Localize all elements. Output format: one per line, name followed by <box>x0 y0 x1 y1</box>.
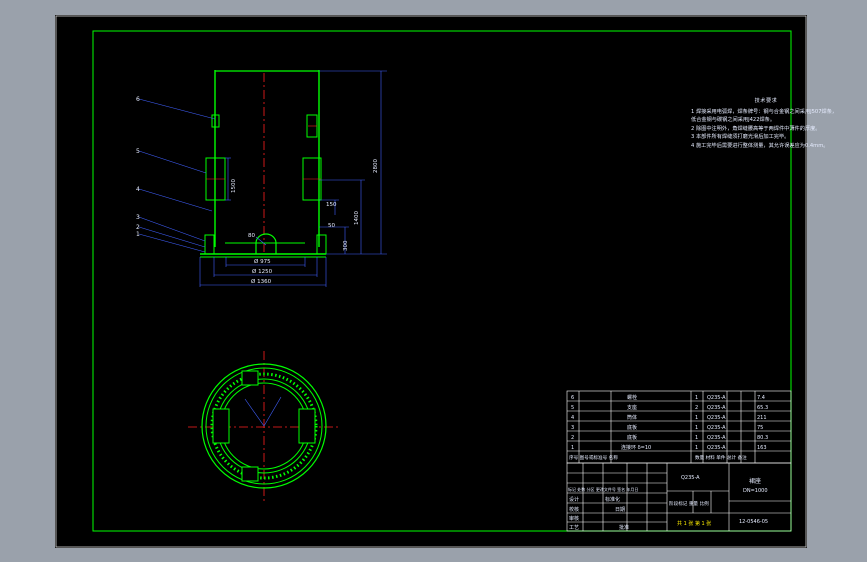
dim-150: 150 <box>326 202 337 208</box>
callout-5: 5 <box>136 148 140 155</box>
parts-row-2-qty: 2 <box>695 405 698 411</box>
parts-row-4-weight: 75 <box>757 425 763 431</box>
parts-row-3-qty: 1 <box>695 415 698 421</box>
technical-requirements: 技术要求 1 焊接采用电弧焊，焊条牌号：钢与合金钢之间采用J507焊条，低合金钢… <box>691 97 841 151</box>
title-label-review: 审核 <box>569 515 579 522</box>
parts-row-2-name: 支座 <box>627 404 637 411</box>
title-scale-labels: 阶段标记 重量 比例 <box>669 500 709 507</box>
dim-1250: Ø 1250 <box>252 268 273 275</box>
dim-1400: 1400 <box>354 211 360 225</box>
cad-viewport[interactable]: 6 5 4 3 2 1 2800 1400 1500 150 50 300 80… <box>55 15 837 548</box>
callout-6: 6 <box>136 96 140 103</box>
title-drawing-no: 12-0546-05 <box>739 519 768 525</box>
parts-row-5-no: 2 <box>571 435 574 441</box>
dim-1360: Ø 1360 <box>251 278 272 285</box>
notes-title: 技术要求 <box>754 98 778 104</box>
note-line-1: 1 焊接采用电弧焊，焊条牌号：钢与合金钢之间采用J507焊条，低合金钢与碳钢之间… <box>691 108 838 124</box>
parts-row-4-qty: 1 <box>695 425 698 431</box>
parts-row-6-material: Q235-A <box>707 445 726 451</box>
title-label-date: 日期 <box>615 507 625 513</box>
parts-row-3-weight: 211 <box>757 415 767 421</box>
parts-row-1-material: Q235-A <box>707 395 726 401</box>
parts-row-1-no: 6 <box>571 395 574 401</box>
title-drawing-spec: DN=1000 <box>743 488 768 494</box>
parts-row-2-weight: 65.3 <box>757 405 768 411</box>
callout-1: 1 <box>136 231 140 238</box>
dim-975: Ø 975 <box>254 258 271 265</box>
parts-row-1-name: 螺栓 <box>627 394 637 401</box>
parts-row-5-name: 底板 <box>627 434 637 441</box>
parts-table-grid <box>566 390 792 532</box>
dim-1500: 1500 <box>231 179 237 193</box>
title-drawing-name: 裙座 <box>749 477 761 485</box>
parts-row-6-name: 连接环 δ=10 <box>621 444 651 451</box>
note-line-3: 3 本部件所有焊缝须打磨光滑后加工完毕。 <box>691 134 790 141</box>
parts-row-4-no: 3 <box>571 425 574 431</box>
title-revision-row: 标记 处数 分区 更改文件号 签名 年月日 <box>568 486 638 492</box>
parts-row-1-qty: 1 <box>695 395 698 401</box>
parts-row-6-weight: 163 <box>757 445 767 451</box>
callout-2: 2 <box>136 224 140 231</box>
drawing-border <box>92 30 792 532</box>
title-material: Q235-A <box>681 475 700 481</box>
parts-row-5-material: Q235-A <box>707 435 726 441</box>
parts-header-right: 数量 材料 单件 总计 备注 <box>695 454 747 461</box>
parts-row-2-no: 5 <box>571 405 574 411</box>
parts-row-4-name: 底板 <box>627 424 637 431</box>
plan-view <box>188 351 340 501</box>
title-label-design: 设计 <box>569 496 579 503</box>
note-line-4: 4 施工完毕后需要进行整体测量，其允许误差应为0.4mm。 <box>691 142 829 149</box>
dim-50: 50 <box>328 223 335 229</box>
note-line-2: 2 除图中注明外，角焊缝腰高等于两焊件中薄件的厚度。 <box>691 125 821 132</box>
outer-frame <box>55 15 807 548</box>
callout-3: 3 <box>136 214 140 221</box>
parts-row-3-material: Q235-A <box>707 415 726 421</box>
dim-2800: 2800 <box>373 159 379 173</box>
parts-row-3-name: 筒体 <box>627 414 637 421</box>
callouts: 6 5 4 3 2 1 <box>136 96 140 238</box>
parts-header: 序号 图号或标准号 名称 <box>569 454 618 461</box>
parts-row-5-weight: 80.3 <box>757 435 768 441</box>
cad-drawing: 6 5 4 3 2 1 2800 1400 1500 150 50 300 80… <box>55 15 807 548</box>
parts-row-4-material: Q235-A <box>707 425 726 431</box>
title-sheet: 共 1 张 第 1 张 <box>677 520 711 527</box>
dim-300: 300 <box>343 240 349 251</box>
elevation-view <box>200 70 327 258</box>
parts-row-2-material: Q235-A <box>707 405 726 411</box>
parts-row-1-weight: 7.4 <box>757 395 765 401</box>
callout-4: 4 <box>136 186 140 193</box>
title-label-approve: 批准 <box>619 524 629 531</box>
dim-80: 80 <box>248 233 255 239</box>
title-label-check: 校核 <box>569 506 579 513</box>
parts-row-5-qty: 1 <box>695 435 698 441</box>
title-label-process: 工艺 <box>569 525 579 531</box>
parts-row-6-qty: 1 <box>695 445 698 451</box>
parts-row-3-no: 4 <box>571 415 574 421</box>
title-label-standard: 标准化 <box>605 496 620 503</box>
parts-row-6-no: 1 <box>571 445 574 451</box>
